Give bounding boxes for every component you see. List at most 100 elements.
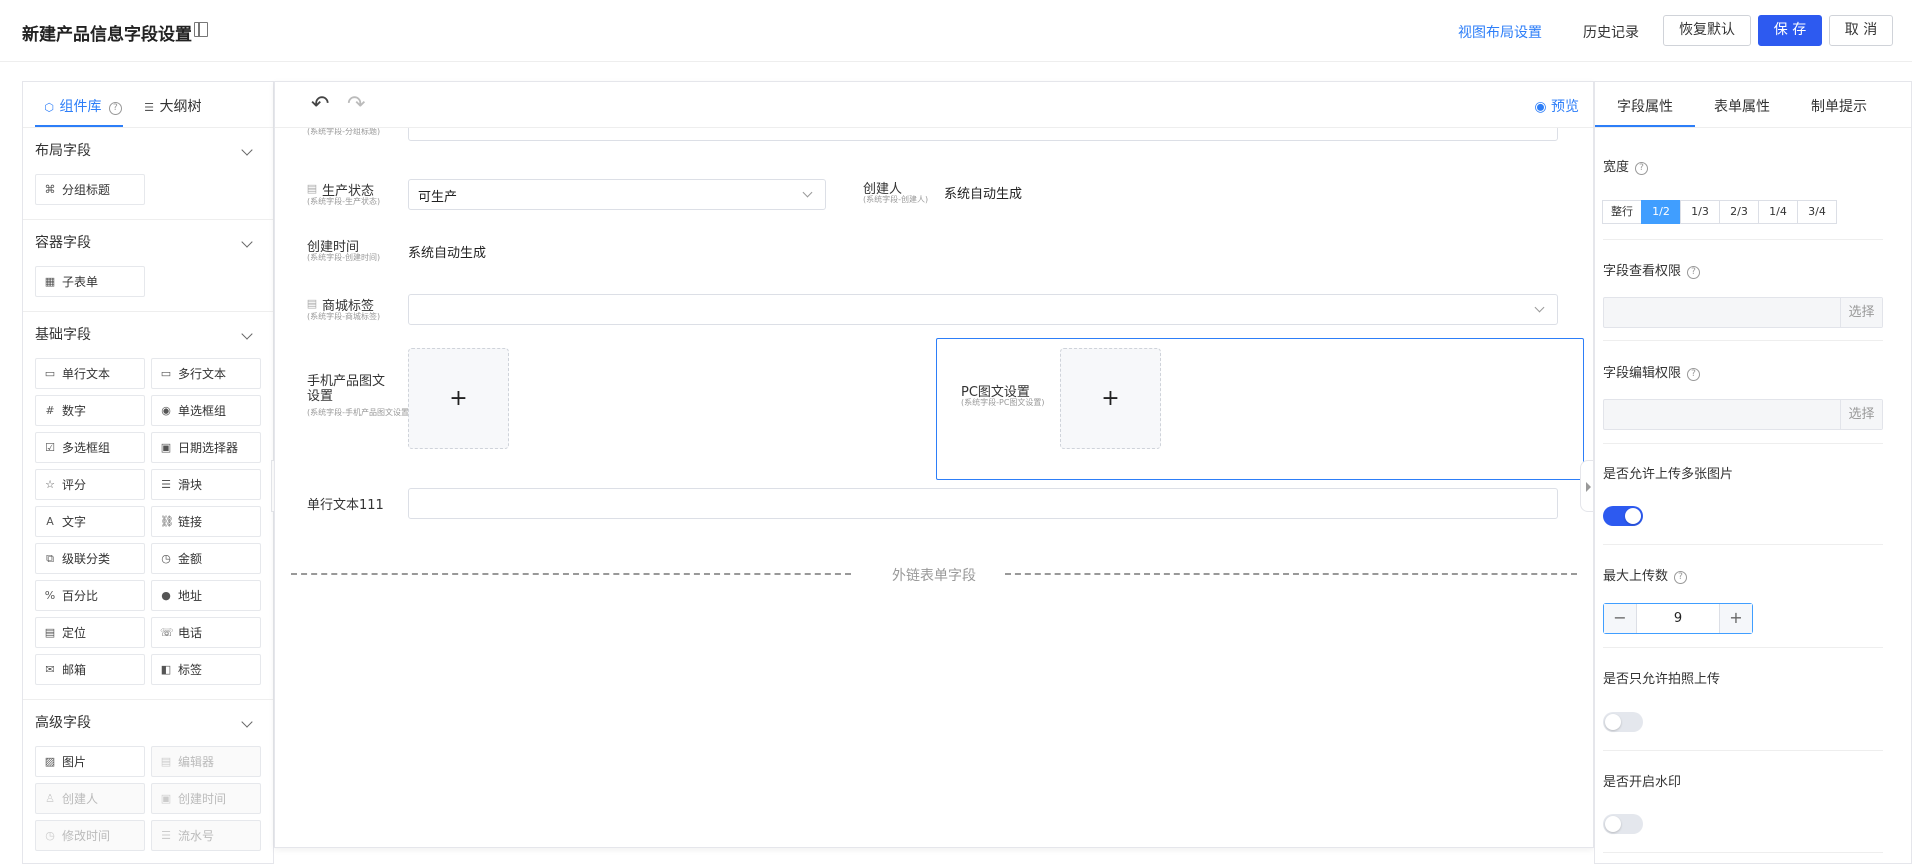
component-item[interactable]: ▨ 图片 — [35, 746, 145, 777]
component-label: 电话 — [178, 626, 203, 640]
width-option[interactable]: 3/4 — [1797, 200, 1837, 224]
width-option[interactable]: 整行 — [1602, 200, 1642, 224]
component-item[interactable]: ✉ 邮箱 — [35, 654, 145, 685]
component-label: 级联分类 — [62, 552, 111, 566]
save-button[interactable]: 保 存 — [1758, 15, 1822, 46]
component-item[interactable]: % 百分比 — [35, 580, 145, 611]
divider — [1603, 544, 1883, 545]
width-option[interactable]: 1/3 — [1680, 200, 1720, 224]
editor-icon: ▤ — [160, 754, 172, 768]
eye-icon: ◉ — [1534, 99, 1551, 115]
location-icon: ● — [161, 588, 171, 602]
component-item[interactable]: ▤ 定位 — [35, 617, 145, 648]
production-status-select[interactable]: 可生产 — [408, 179, 826, 210]
component-label: 创建人 — [62, 792, 99, 806]
mobile-image-upload[interactable]: + — [408, 348, 509, 449]
creator-value: 系统自动生成 — [944, 187, 1023, 202]
choose-button[interactable]: 选择 — [1840, 298, 1882, 327]
component-item[interactable]: ☑ 多选框组 — [35, 432, 145, 463]
component-item[interactable]: ◉ 单选框组 — [151, 395, 261, 426]
top-bar: 新建产品信息字段设置 视图布局设置 历史记录 恢复默认 保 存 取 消 — [0, 0, 1912, 62]
view-permission-picker[interactable]: 选择 — [1603, 297, 1883, 328]
tree-icon: ☰ — [144, 101, 154, 114]
divider-line — [1005, 573, 1577, 575]
edit-permission-picker[interactable]: 选择 — [1603, 399, 1883, 430]
cancel-button[interactable]: 取 消 — [1829, 15, 1893, 46]
tab-outline-tree[interactable]: ☰ 大纲树 — [143, 96, 201, 116]
external-form-divider: 外链表单字段 — [275, 565, 1593, 585]
component-item[interactable]: ⛓ 链接 — [151, 506, 261, 537]
collapse-right-handle[interactable] — [1580, 460, 1594, 512]
prop-label: 字段编辑权限 — [1603, 366, 1682, 381]
chevron-down-icon — [241, 716, 253, 728]
choose-button[interactable]: 选择 — [1840, 400, 1882, 429]
field-sub-label: (系统字段-手机产品图文设置) — [307, 408, 413, 417]
section-header[interactable]: 容器字段 — [23, 220, 273, 266]
field-sub-label: (系统字段-PC图文设置) — [961, 398, 1045, 407]
component-item[interactable]: A 文字 — [35, 506, 145, 537]
section-header[interactable]: 高级字段 — [23, 700, 273, 746]
width-option[interactable]: 1/4 — [1758, 200, 1798, 224]
layout-icon[interactable] — [194, 22, 208, 37]
tab-field-properties[interactable]: 字段属性 — [1617, 96, 1673, 116]
chevron-down-icon — [802, 187, 813, 198]
component-item[interactable]: ⧉ 级联分类 — [35, 543, 145, 574]
width-option[interactable]: 1/2 — [1641, 200, 1681, 224]
radio-icon: ◉ — [161, 403, 171, 417]
component-item[interactable]: ☰ 滑块 — [151, 469, 261, 500]
preview-button[interactable]: ◉ 预览 — [1534, 96, 1579, 116]
component-item[interactable]: ▣ 日期选择器 — [151, 432, 261, 463]
component-item[interactable]: ☆ 评分 — [35, 469, 145, 500]
watermark-toggle[interactable] — [1603, 814, 1643, 834]
component-item[interactable]: ▭ 多行文本 — [151, 358, 261, 389]
chevron-down-icon — [241, 144, 253, 156]
pc-image-upload[interactable]: + — [1060, 348, 1161, 449]
decrement-button[interactable]: − — [1604, 604, 1636, 633]
divider — [1603, 852, 1883, 853]
component-label: 地址 — [178, 589, 203, 603]
tab-component-library[interactable]: ⬡ 组件库 ? — [43, 96, 122, 116]
selected-field-outline[interactable] — [936, 338, 1584, 480]
link-icon: ⛓ — [160, 514, 174, 528]
component-item[interactable]: ◧ 标签 — [151, 654, 261, 685]
field-section: 布局字段 ⌘ 分组标题 — [23, 128, 273, 220]
max-upload-input[interactable]: 9 — [1636, 604, 1720, 633]
increment-button[interactable]: + — [1720, 604, 1752, 633]
undo-icon[interactable]: ↶ — [311, 94, 329, 116]
single-line-icon: ▭ — [44, 366, 56, 380]
tab-form-tips[interactable]: 制单提示 — [1811, 96, 1867, 116]
properties-panel: 字段属性 表单属性 制单提示 宽度? 整行 1/2 1/3 2/3 1/4 3/4 字段查… — [1594, 81, 1912, 864]
section-header[interactable]: 基础字段 — [23, 312, 273, 358]
restore-default-button[interactable]: 恢复默认 — [1663, 15, 1751, 46]
component-item[interactable]: ☏ 电话 — [151, 617, 261, 648]
component-label: 创建时间 — [178, 792, 227, 806]
component-item[interactable]: ▦ 子表单 — [35, 266, 145, 297]
component-item[interactable]: ● 地址 — [151, 580, 261, 611]
component-item: ◷ 修改时间 — [35, 820, 145, 851]
component-item[interactable]: ▭ 单行文本 — [35, 358, 145, 389]
section-header[interactable]: 布局字段 — [23, 128, 273, 174]
component-item[interactable]: # 数字 — [35, 395, 145, 426]
photo-only-toggle[interactable] — [1603, 712, 1643, 732]
redo-icon[interactable]: ↷ — [347, 94, 365, 116]
field-sub-label: (系统字段-创建时间) — [307, 253, 381, 262]
multi-upload-toggle[interactable] — [1603, 506, 1643, 526]
single-text-input[interactable] — [408, 488, 1558, 519]
component-label: 滑块 — [178, 478, 203, 492]
component-item[interactable]: ◷ 金额 — [151, 543, 261, 574]
component-label: 文字 — [62, 515, 87, 529]
tab-form-properties[interactable]: 表单属性 — [1714, 96, 1770, 116]
divider — [1603, 750, 1883, 751]
form-canvas: (系统字段-分组标题) ▤ 生产状态 (系统字段-生产状态) 可生产 创建人 (… — [275, 128, 1593, 848]
component-item[interactable]: ⌘ 分组标题 — [35, 174, 145, 205]
mail-icon: ✉ — [45, 662, 55, 676]
history-link[interactable]: 历史记录 — [1583, 22, 1639, 42]
group-title-field[interactable] — [408, 128, 1558, 141]
clipboard-icon: ▤ — [306, 297, 318, 310]
mall-tag-select[interactable] — [408, 294, 1558, 325]
width-option[interactable]: 2/3 — [1719, 200, 1759, 224]
divider — [1603, 239, 1883, 240]
view-layout-link[interactable]: 视图布局设置 — [1458, 22, 1542, 42]
section-list: 布局字段 ⌘ 分组标题 容器字段 ▦ 子表单 基础字段 ▭ 单行文本 ▭ 多行文本 # 数字 ◉ 单选框组 ☑… — [23, 128, 273, 863]
component-label: 评分 — [62, 478, 87, 492]
